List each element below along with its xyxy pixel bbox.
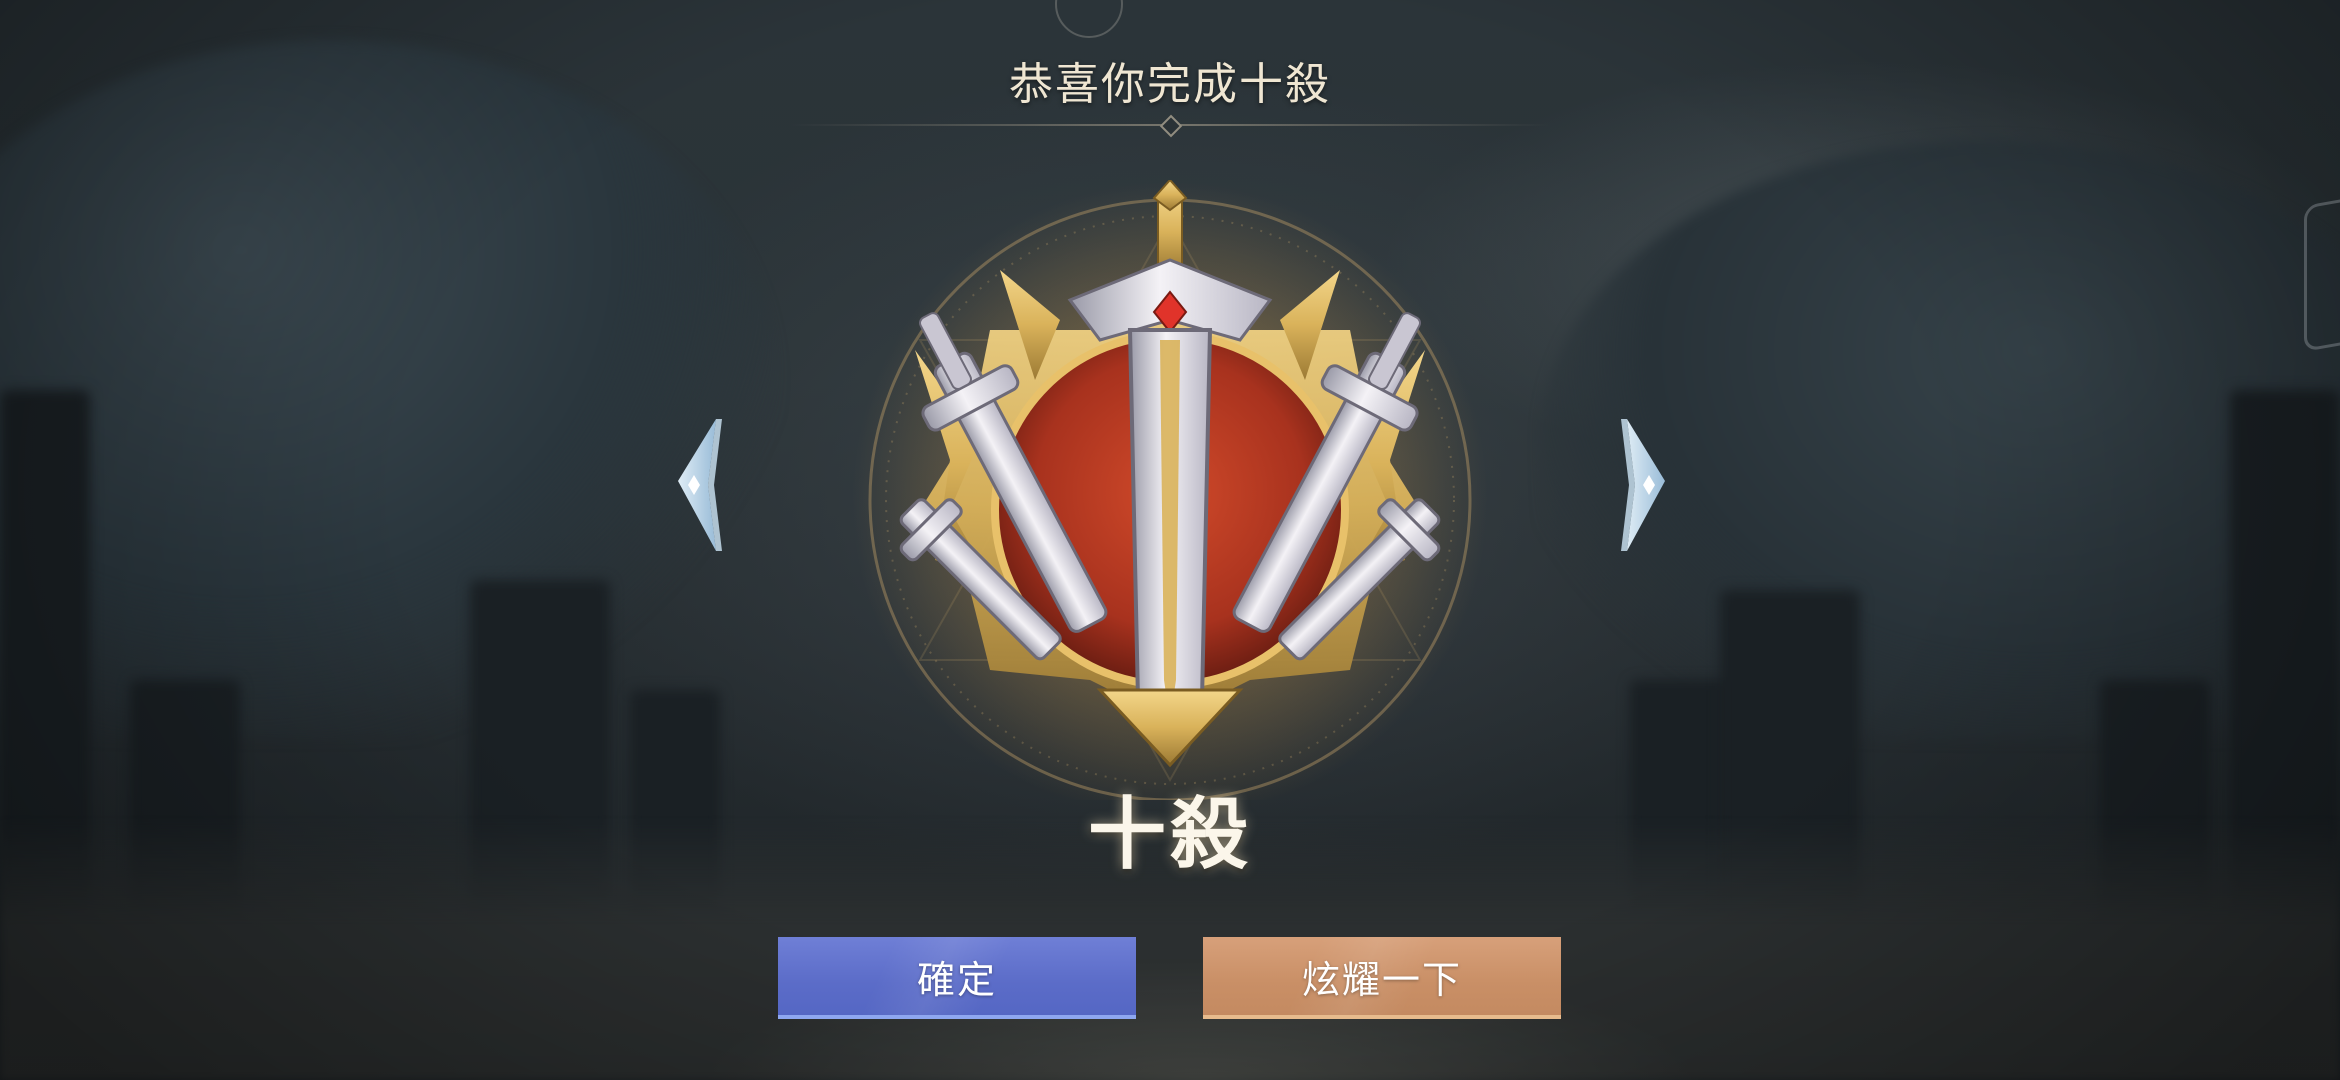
chevron-left-icon[interactable] <box>668 415 728 555</box>
share-button[interactable]: 炫耀一下 <box>1203 937 1561 1019</box>
page-title: 恭喜你完成十殺 <box>1009 59 1331 110</box>
chevron-right-icon[interactable] <box>1615 415 1675 555</box>
top-ornament-icon <box>1055 0 1123 38</box>
confirm-button[interactable]: 確定 <box>778 937 1136 1019</box>
side-ornament-icon <box>2304 194 2340 352</box>
ten-kill-medal-icon <box>852 180 1488 800</box>
game-screen: 恭喜你完成十殺 十殺 確定 炫耀一下 <box>0 0 2340 1080</box>
share-button-label: 炫耀一下 <box>1301 957 1462 1002</box>
background-mountain-left <box>0 40 780 740</box>
confirm-button-label: 確定 <box>916 957 997 1002</box>
achievement-label: 十殺 <box>1087 790 1252 880</box>
divider-gem-icon <box>1159 114 1183 138</box>
